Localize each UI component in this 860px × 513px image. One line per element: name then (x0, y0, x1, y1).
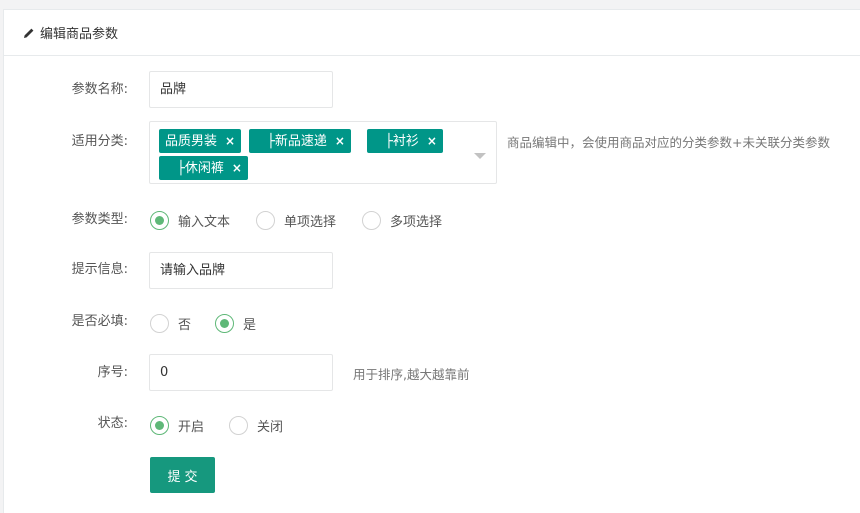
submit-button[interactable]: 提交 (150, 457, 215, 493)
param-type-option-multi[interactable]: 多项选择 (362, 210, 442, 230)
radio-unchecked-icon (362, 210, 381, 230)
category-tag-label: ├新品速递 (267, 134, 327, 149)
hint-label: 提示信息: (71, 262, 128, 277)
category-tag: ├新品速递 × (249, 129, 351, 153)
status-label: 状态: (97, 416, 128, 431)
radio-label: 关闭 (257, 419, 284, 435)
category-tag: ├衬衫 × (367, 129, 443, 153)
radio-unchecked-icon (150, 313, 169, 333)
param-type-label: 参数类型: (71, 212, 128, 227)
radio-unchecked-icon (256, 210, 275, 230)
radio-label: 否 (178, 317, 192, 333)
required-label: 是否必填: (71, 314, 128, 329)
chevron-down-icon[interactable] (474, 153, 486, 159)
pencil-icon (24, 27, 35, 38)
category-tip: 商品编辑中，会使用商品对应的分类参数+未关联分类参数 (507, 135, 830, 150)
hint-input[interactable]: 请输入品牌 (149, 252, 333, 289)
order-label: 序号: (97, 365, 128, 380)
category-tag-label: ├衬衫 (385, 134, 419, 149)
tag-remove-icon[interactable]: × (335, 134, 345, 148)
radio-checked-icon (150, 415, 169, 435)
radio-label: 是 (243, 317, 257, 333)
param-name-label: 参数名称: (71, 82, 128, 97)
radio-label: 开启 (178, 419, 205, 435)
tag-remove-icon[interactable]: × (225, 134, 235, 148)
category-tag: ├休闲裤 × (159, 156, 248, 180)
order-input[interactable]: 0 (149, 354, 333, 391)
radio-checked-icon (150, 210, 169, 230)
category-select[interactable]: 品质男装 × ├新品速递 × ├衬衫 × ├休闲裤 × (149, 121, 497, 184)
radio-checked-icon (215, 313, 234, 333)
tag-remove-icon[interactable]: × (427, 134, 437, 148)
status-option-on[interactable]: 开启 (150, 415, 204, 435)
param-name-input[interactable]: 品牌 (149, 71, 333, 108)
category-tag-label: 品质男装 (165, 134, 218, 149)
param-type-option-text[interactable]: 输入文本 (150, 210, 230, 230)
category-tag-label: ├休闲裤 (177, 161, 224, 176)
radio-label: 多项选择 (390, 214, 443, 230)
panel-header: 编辑商品参数 (4, 10, 860, 56)
category-label: 适用分类: (71, 134, 128, 149)
panel-title: 编辑商品参数 (40, 27, 119, 42)
category-tag: 品质男装 × (159, 129, 242, 153)
radio-label: 输入文本 (178, 214, 231, 230)
required-option-yes[interactable]: 是 (215, 313, 256, 333)
tag-remove-icon[interactable]: × (232, 161, 242, 175)
edit-param-panel: 编辑商品参数 参数名称: 品牌 适用分类: 品质男装 × ├新品速递 × ├衬衫 × … (3, 9, 860, 513)
radio-label: 单项选择 (284, 214, 337, 230)
order-tip: 用于排序,越大越靠前 (353, 367, 470, 382)
status-option-off[interactable]: 关闭 (229, 415, 283, 435)
param-type-option-single[interactable]: 单项选择 (256, 210, 336, 230)
radio-unchecked-icon (229, 415, 248, 435)
required-option-no[interactable]: 否 (150, 313, 191, 333)
